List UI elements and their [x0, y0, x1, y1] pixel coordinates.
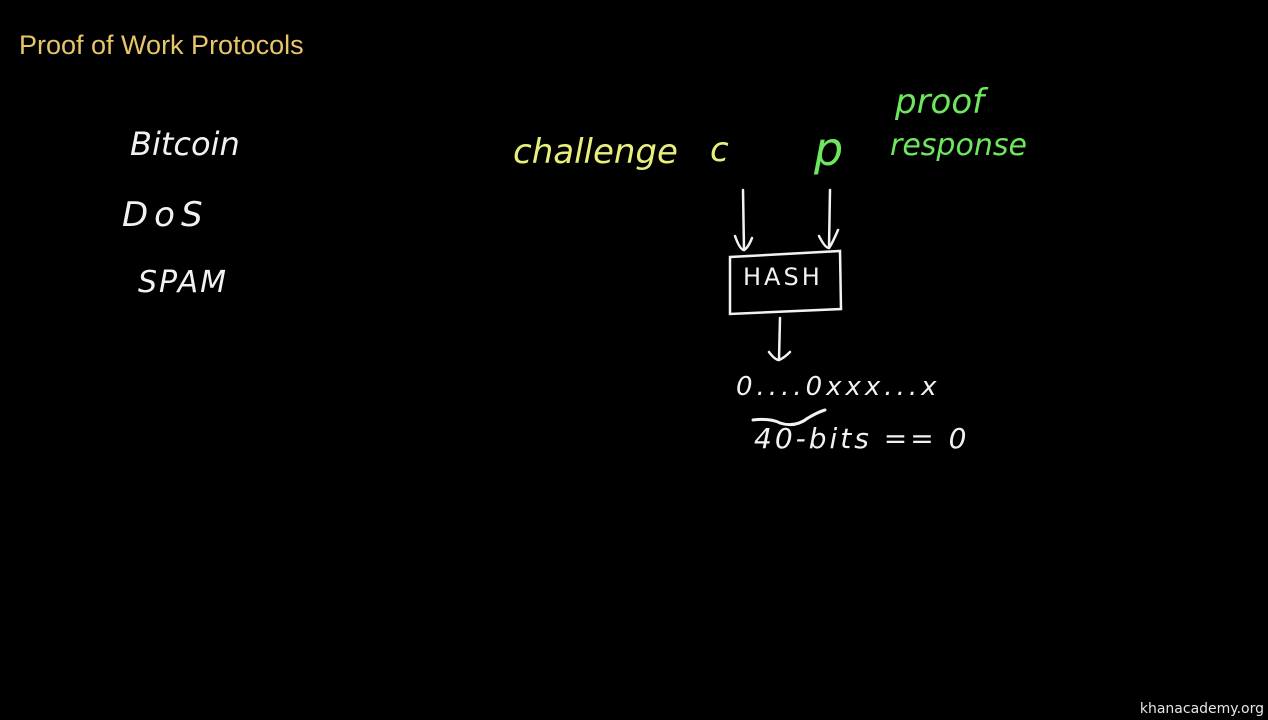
arrow-c-to-hash: [741, 188, 746, 252]
bits-annotation: 40-bits == 0: [754, 422, 970, 455]
hash-box-label: HASH: [743, 263, 823, 291]
hash-diagram: [728, 188, 843, 427]
khan-academy-watermark: khanacademy.org: [1139, 701, 1264, 717]
arrow-p-to-hash: [827, 188, 832, 250]
arrow-hash-out: [777, 316, 782, 362]
hash-output: 0....0xxx...x: [736, 372, 941, 402]
